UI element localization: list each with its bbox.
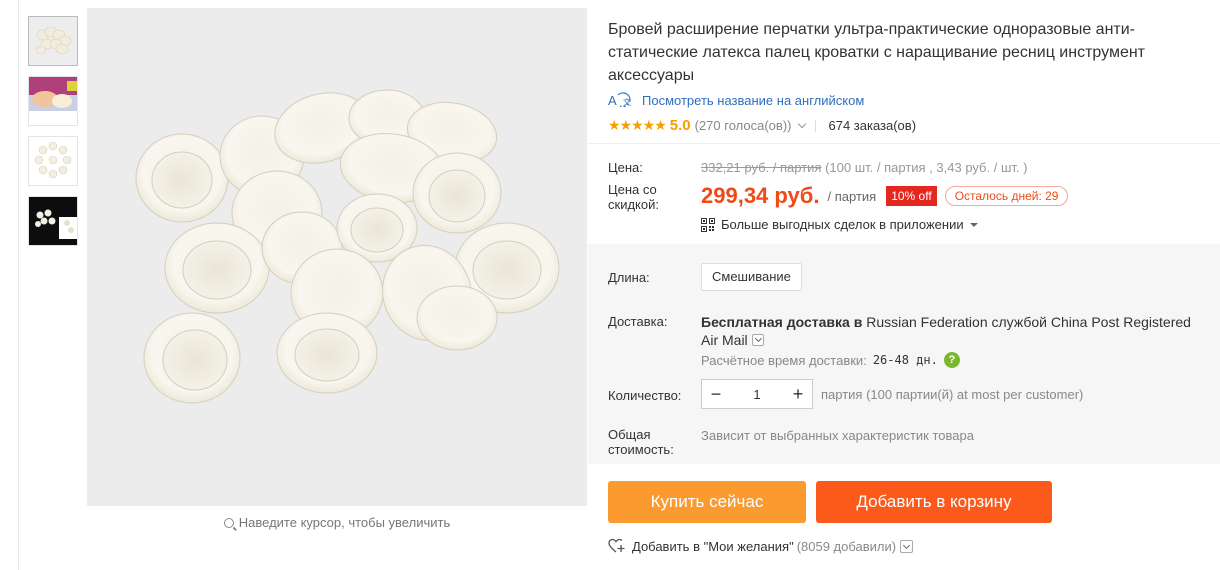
discount-price: 299,34 руб. bbox=[701, 183, 820, 208]
length-label: Длина: bbox=[608, 270, 650, 285]
help-icon[interactable]: ? bbox=[943, 352, 960, 368]
quantity-decrease-button[interactable]: − bbox=[702, 380, 730, 408]
days-left-badge: Осталось дней: 29 bbox=[944, 186, 1069, 206]
add-to-cart-button[interactable]: Добавить в корзину bbox=[816, 481, 1052, 523]
orders-count: 674 заказа(ов) bbox=[828, 118, 917, 133]
page-left-border bbox=[18, 0, 19, 570]
heart-plus-icon bbox=[608, 538, 626, 554]
delivery-label: Доставка: bbox=[608, 314, 668, 329]
old-price-detail: (100 шт. / партия , 3,43 руб. / шт. ) bbox=[821, 160, 1028, 175]
total-cost-label: Общая стоимость: bbox=[608, 427, 674, 457]
qr-code-icon bbox=[701, 217, 715, 232]
discount-price-row: 299,34 руб. / партия 10% off Осталось дн… bbox=[701, 183, 1069, 209]
total-cost-note: Зависит от выбранных характеристик товар… bbox=[701, 428, 974, 443]
svg-text:A: A bbox=[608, 93, 617, 108]
svg-text:文: 文 bbox=[623, 97, 631, 107]
shipping-info: Бесплатная доставка в Russian Federation… bbox=[701, 313, 1201, 349]
rating-stars-icon: ★★★★★ bbox=[608, 117, 667, 133]
wishlist-link[interactable]: Добавить в "Мои желания" (8059 добавили) bbox=[608, 538, 914, 554]
zoom-hint: Наведите курсор, чтобы увеличить bbox=[87, 515, 587, 530]
quantity-increase-button[interactable]: + bbox=[784, 380, 812, 408]
wishlist-dropdown-icon[interactable] bbox=[900, 539, 914, 553]
main-product-image[interactable] bbox=[87, 8, 587, 506]
translate-title-link[interactable]: A 文 Посмотреть название на английском bbox=[608, 92, 864, 108]
caret-down-icon bbox=[969, 222, 978, 227]
divider bbox=[815, 119, 817, 132]
quantity-stepper: − 1 + bbox=[701, 379, 813, 409]
thumbnail-4[interactable] bbox=[28, 196, 78, 246]
quantity-label: Количество: bbox=[608, 388, 682, 403]
translate-icon: A 文 bbox=[608, 92, 632, 108]
app-deals-link[interactable]: Больше выгодных сделок в приложении bbox=[701, 217, 978, 232]
thumbnail-1[interactable] bbox=[28, 16, 78, 66]
product-info-panel: Бровей расширение перчатки ультра-практи… bbox=[588, 0, 1220, 570]
product-title: Бровей расширение перчатки ультра-практи… bbox=[608, 21, 1146, 84]
quantity-input[interactable]: 1 bbox=[730, 387, 784, 402]
discount-badge: 10% off bbox=[886, 186, 937, 206]
eta-label: Расчётное время доставки: bbox=[701, 352, 867, 368]
magnifier-icon bbox=[223, 518, 234, 528]
options-block: Длина: Смешивание Доставка: Бесплатная д… bbox=[588, 244, 1220, 464]
thumbnail-2[interactable] bbox=[28, 76, 78, 126]
shipping-free: Бесплатная доставка в bbox=[701, 314, 863, 330]
quantity-note: партия (100 партии(й) at most per custom… bbox=[821, 387, 1084, 402]
thumbnail-3[interactable] bbox=[28, 136, 78, 186]
old-price: 332,21 руб. / партия (100 шт. / партия ,… bbox=[701, 160, 1027, 175]
price-label: Цена: bbox=[608, 160, 643, 175]
eta-days: 26-48 дн. bbox=[872, 353, 938, 367]
thumbnail-strip bbox=[28, 16, 78, 256]
rating-votes[interactable]: (270 голоса(ов)) bbox=[695, 118, 792, 133]
zoom-hint-text: Наведите курсор, чтобы увеличить bbox=[238, 515, 451, 530]
wishlist-count: (8059 добавили) bbox=[796, 538, 897, 554]
old-price-value: 332,21 руб. / партия bbox=[701, 160, 822, 175]
price-block: Цена: 332,21 руб. / партия (100 шт. / па… bbox=[588, 144, 1220, 244]
translate-link-text[interactable]: Посмотреть название на английском bbox=[642, 93, 864, 108]
length-option-mix[interactable]: Смешивание bbox=[701, 263, 802, 291]
price-unit: / партия bbox=[827, 188, 877, 204]
rating-row: ★★★★★ 5.0 (270 голоса(ов)) 674 заказа(ов… bbox=[608, 117, 916, 134]
app-deals-text[interactable]: Больше выгодных сделок в приложении bbox=[721, 217, 964, 232]
buy-now-button[interactable]: Купить сейчас bbox=[608, 481, 806, 523]
shipping-dropdown-icon[interactable] bbox=[751, 334, 764, 346]
discount-price-label: Цена со скидкой: bbox=[608, 182, 659, 212]
wishlist-text[interactable]: Добавить в "Мои желания" bbox=[632, 539, 794, 554]
rating-score: 5.0 bbox=[669, 117, 691, 134]
chevron-down-icon[interactable] bbox=[798, 119, 807, 129]
delivery-eta: Расчётное время доставки: 26-48 дн. ? bbox=[701, 352, 960, 368]
